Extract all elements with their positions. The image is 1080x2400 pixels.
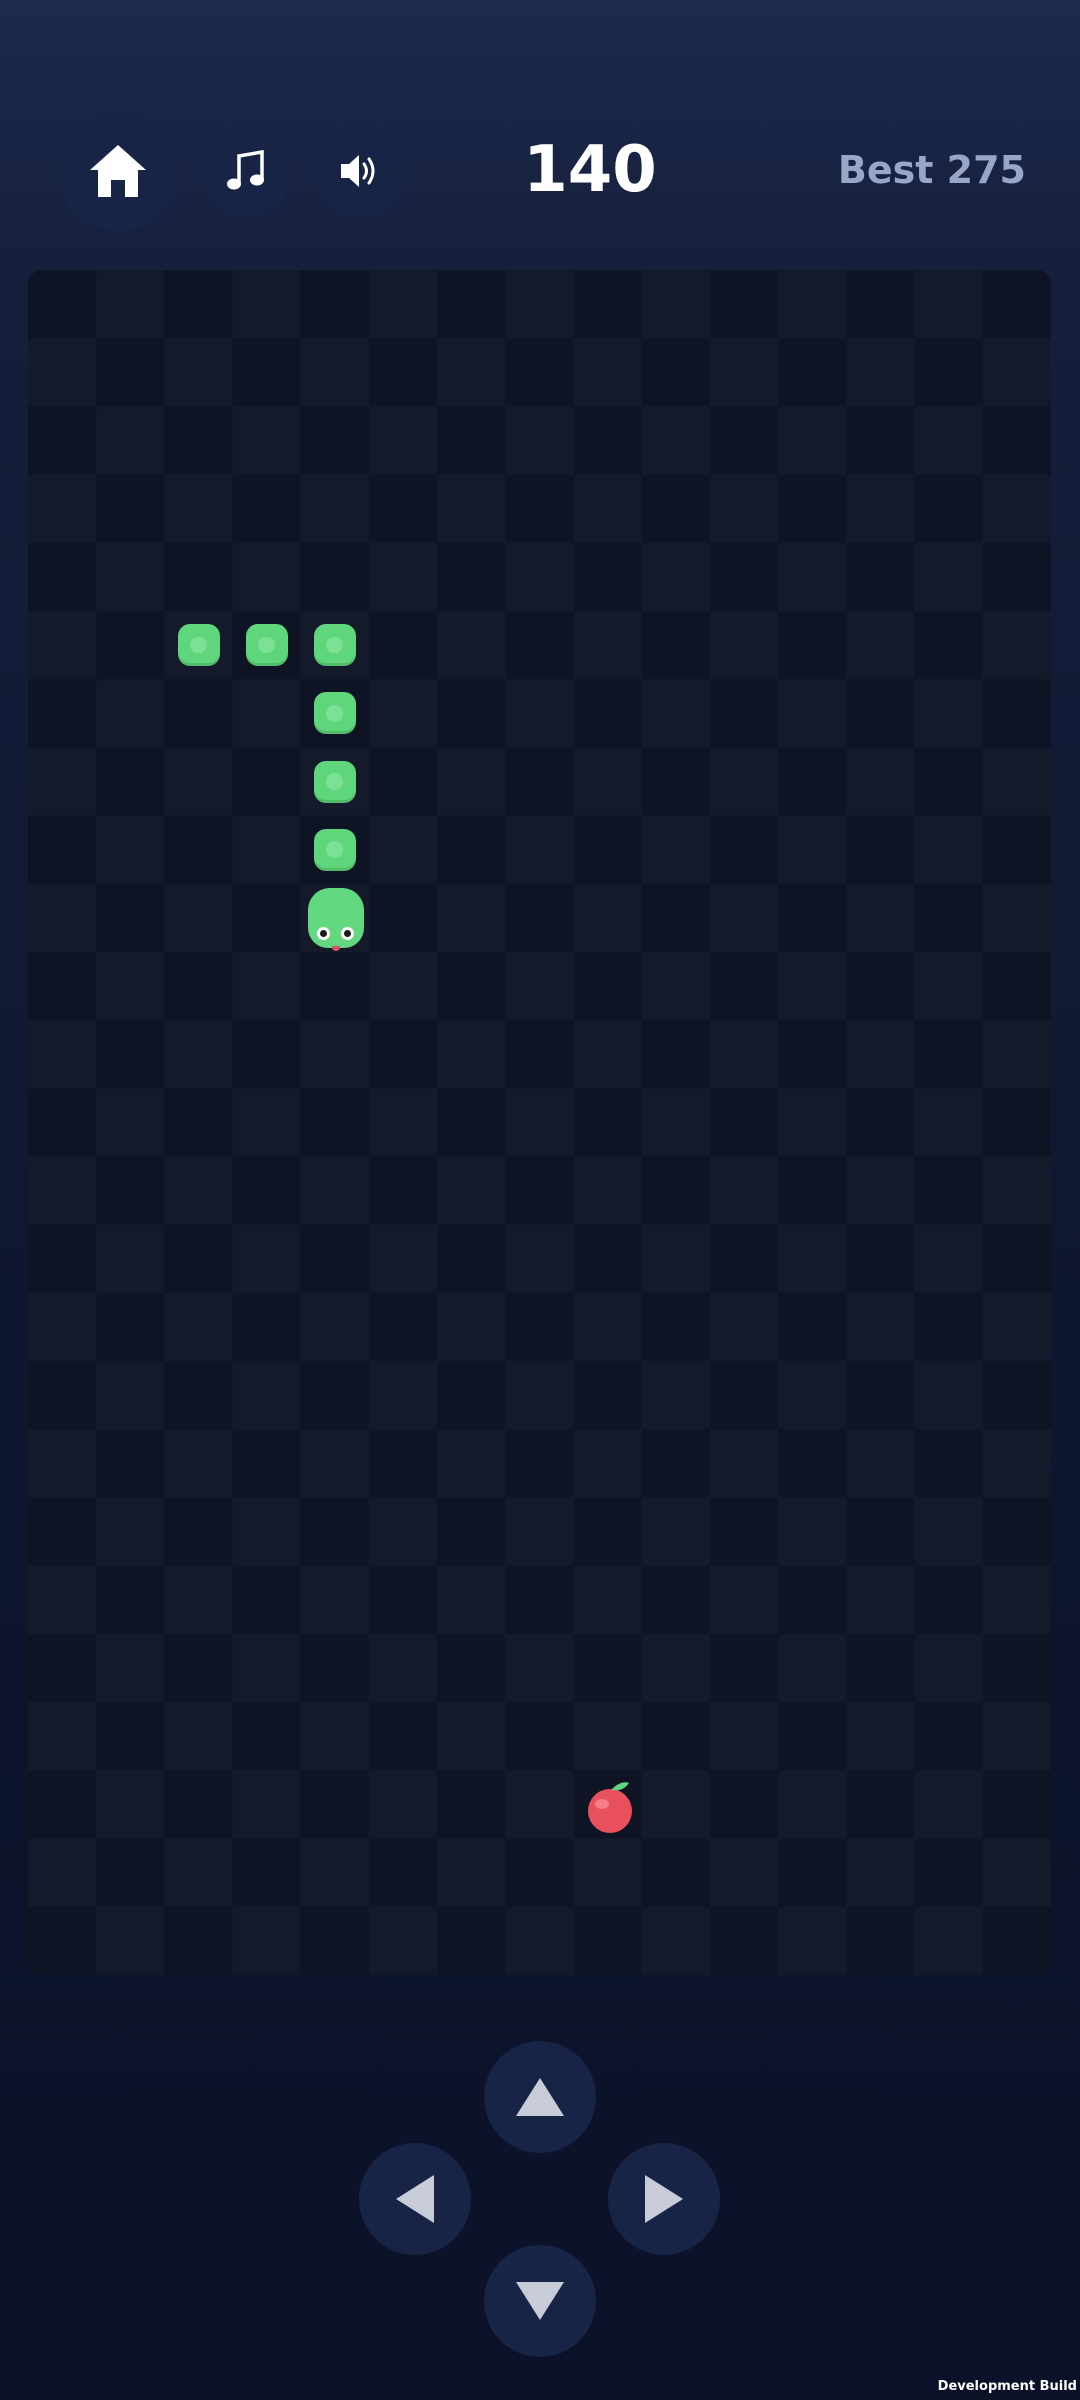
snake-eye-right <box>341 927 354 940</box>
arrow-right-icon <box>645 2175 683 2223</box>
home-icon <box>90 145 146 197</box>
score-display: 140 <box>523 133 657 207</box>
home-button[interactable] <box>58 111 178 231</box>
up-button[interactable] <box>484 2041 596 2153</box>
sound-button[interactable] <box>313 125 405 217</box>
music-note-icon <box>227 150 264 190</box>
arrow-down-icon <box>516 2282 564 2320</box>
snake-segment <box>313 692 356 735</box>
dev-build-label: Development Build <box>937 2379 1077 2394</box>
left-button[interactable] <box>359 2143 471 2255</box>
apple-food <box>588 1782 632 1833</box>
snake-segment <box>177 624 220 667</box>
snake-segment <box>313 760 356 803</box>
snake-segment <box>313 828 356 871</box>
best-score: Best 275 <box>837 148 1026 192</box>
snake-head <box>308 888 364 951</box>
music-button[interactable] <box>200 125 292 217</box>
arrow-left-icon <box>396 2175 434 2223</box>
arrow-up-icon <box>516 2078 564 2116</box>
game-board[interactable] <box>28 270 1051 1975</box>
snake-eye-left <box>317 927 330 940</box>
snake-tongue <box>332 946 340 951</box>
down-button[interactable] <box>484 2245 596 2357</box>
speaker-volume-icon <box>341 155 375 187</box>
snake-segment <box>313 624 356 667</box>
right-button[interactable] <box>608 2143 720 2255</box>
snake-segment <box>245 624 288 667</box>
